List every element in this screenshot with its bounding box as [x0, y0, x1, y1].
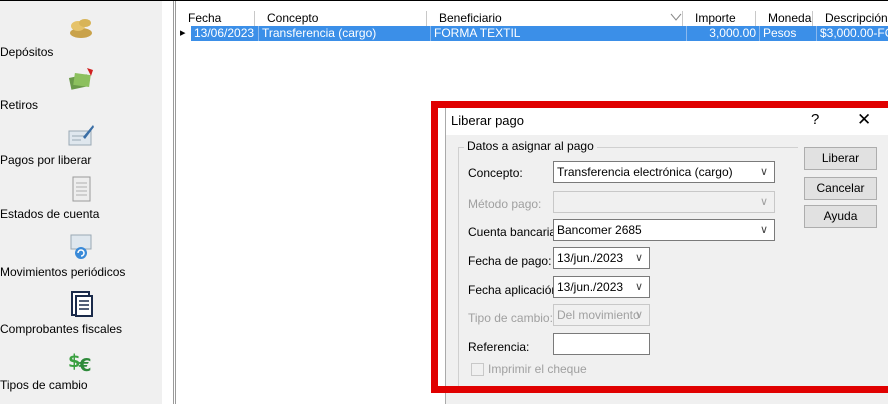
sidebar-item-tipos-de-cambio[interactable]: $ € Tipos de cambio [0, 346, 162, 392]
cancelar-button[interactable]: Cancelar [804, 177, 877, 200]
sidebar-item-label: Retiros [0, 98, 39, 112]
dialog-title: Liberar pago [451, 113, 524, 128]
concepto-label: Concepto: [468, 166, 523, 180]
grid-header: Fecha Concepto Beneficiario Importe Mone… [176, 11, 888, 26]
fecha-aplicacion-label: Fecha aplicación: [468, 283, 562, 297]
cell-descripcion[interactable]: $3,000.00-FOR [816, 26, 888, 41]
fecha-pago-value: 13/jun./2023 [557, 251, 624, 265]
column-header-fecha[interactable]: Fecha [176, 11, 254, 26]
cell-beneficiario[interactable]: FORMA TEXTIL [430, 26, 686, 41]
chevron-down-icon: ∨ [634, 252, 643, 264]
fecha-pago-label: Fecha de pago: [468, 254, 552, 268]
column-header-importe[interactable]: Importe [682, 11, 755, 26]
cuenta-bancaria-select[interactable]: Bancomer 2685 ∨ [553, 219, 775, 241]
chevron-down-icon: ∨ [634, 309, 643, 321]
sidebar-item-label: Movimientos periódicos [0, 265, 126, 279]
withdrawal-icon [68, 68, 93, 90]
column-header-concepto[interactable]: Concepto [254, 11, 426, 26]
chevron-down-icon: ∨ [759, 224, 768, 236]
chevron-down-icon: ∨ [634, 281, 643, 293]
sidebar-item-depositos[interactable]: Depósitos [0, 13, 162, 59]
imprimir-cheque-label: Imprimir el cheque [488, 362, 587, 376]
tipo-cambio-label: Tipo de cambio: [468, 311, 553, 325]
referencia-input[interactable] [553, 333, 650, 355]
sidebar-item-comprobantes-fiscales[interactable]: Comprobantes fiscales [0, 290, 162, 336]
sidebar-item-retiros[interactable]: Retiros [0, 66, 162, 112]
referencia-label: Referencia: [468, 340, 530, 354]
fecha-pago-picker[interactable]: 13/jun./2023 ∨ [553, 247, 650, 269]
recurring-movements-icon [70, 234, 92, 259]
column-header-moneda[interactable]: Moneda [755, 11, 812, 26]
sidebar-item-pagos-por-liberar[interactable]: Pagos por liberar [0, 121, 162, 167]
help-button[interactable]: ? [811, 111, 819, 128]
fecha-aplicacion-value: 13/jun./2023 [557, 280, 624, 294]
sidebar-item-label: Comprobantes fiscales [0, 322, 123, 336]
tipo-cambio-value: Del movimiento [557, 308, 640, 322]
close-icon[interactable]: ✕ [857, 110, 871, 130]
fecha-aplicacion-picker[interactable]: 13/jun./2023 ∨ [553, 276, 650, 298]
ayuda-button[interactable]: Ayuda [804, 205, 877, 228]
deposit-icon [70, 19, 92, 38]
app-window: Depósitos Retiros Pagos por liberar Esta… [0, 0, 888, 404]
liberar-button[interactable]: Liberar [804, 147, 877, 170]
exchange-rate-icon: $ € [68, 351, 92, 374]
sort-indicator-icon [670, 13, 682, 21]
sidebar-item-movimientos-periodicos[interactable]: Movimientos periódicos [0, 233, 162, 279]
account-statement-icon [72, 176, 91, 202]
imprimir-cheque-checkbox[interactable] [471, 363, 484, 376]
pane-splitter[interactable] [162, 1, 176, 404]
group-title: Datos a asignar al pago [464, 139, 597, 153]
sidebar-item-estados-de-cuenta[interactable]: Estados de cuenta [0, 175, 162, 221]
cell-moneda[interactable]: Pesos [759, 26, 816, 41]
cuenta-bancaria-label: Cuenta bancaria: [468, 225, 560, 239]
sidebar-item-label: Depósitos [0, 45, 54, 59]
tax-receipts-icon [71, 291, 93, 317]
cell-fecha[interactable]: 13/06/2023 [191, 26, 258, 41]
metodo-pago-label: Método pago: [468, 197, 542, 211]
current-row-marker-icon: ▸ [180, 27, 186, 39]
chevron-down-icon: ∨ [759, 166, 768, 178]
metodo-pago-select[interactable]: ∨ [553, 191, 775, 213]
chevron-down-icon: ∨ [759, 196, 768, 208]
sidebar-item-label: Estados de cuenta [0, 207, 100, 221]
payment-release-icon [68, 125, 94, 146]
dialog-title-bar: Liberar pago ? ✕ [446, 105, 888, 135]
concepto-value: Transferencia electrónica (cargo) [557, 165, 733, 179]
cuenta-bancaria-value: Bancomer 2685 [557, 223, 642, 237]
concepto-select[interactable]: Transferencia electrónica (cargo) ∨ [553, 161, 775, 183]
sidebar-item-label: Tipos de cambio [0, 378, 88, 392]
sidebar: Depósitos Retiros Pagos por liberar Esta… [0, 1, 162, 404]
liberar-pago-dialog: Liberar pago ? ✕ Datos a asignar al pago… [445, 105, 888, 404]
table-row[interactable]: ▸ 13/06/2023 Transferencia (cargo) FORMA… [176, 26, 888, 41]
column-header-beneficiario[interactable]: Beneficiario [426, 11, 682, 26]
svg-text:€: € [78, 355, 92, 374]
cell-concepto[interactable]: Transferencia (cargo) [258, 26, 430, 41]
column-header-descripcion[interactable]: Descripción [812, 11, 888, 26]
sidebar-item-label: Pagos por liberar [0, 153, 92, 167]
cell-importe[interactable]: 3,000.00 [686, 26, 759, 41]
tipo-cambio-select[interactable]: Del movimiento ∨ [553, 304, 650, 326]
